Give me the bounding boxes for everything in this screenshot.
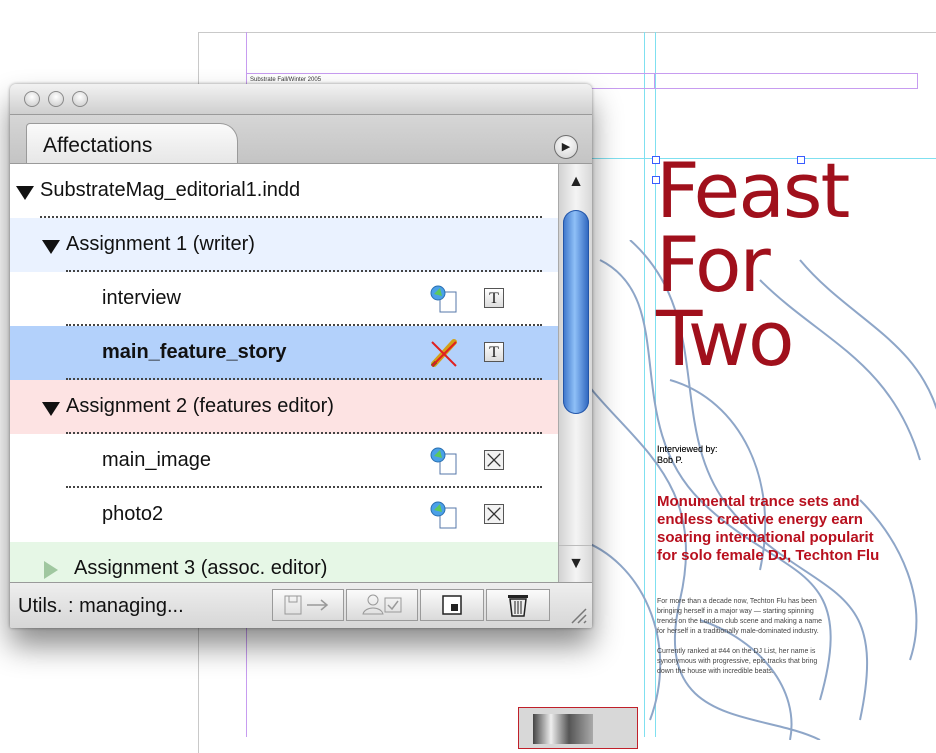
subhead-line: endless creative energy earn xyxy=(657,511,863,528)
trash-icon xyxy=(508,595,528,617)
tab-affectations[interactable]: Affectations xyxy=(26,123,238,165)
panel-menu-icon[interactable]: ▶ xyxy=(554,135,578,159)
body-text: For more than a decade now, Techton Flu … xyxy=(657,597,936,677)
graphic-frame-icon xyxy=(484,450,504,470)
disclosure-expanded-icon[interactable] xyxy=(42,240,60,254)
story-label: interview xyxy=(102,287,181,309)
list-item-assignment[interactable]: Assignment 1 (writer) xyxy=(10,218,558,272)
list-item-file[interactable]: SubstrateMag_editorial1.indd xyxy=(10,164,558,218)
assign-user-button[interactable] xyxy=(346,589,418,621)
subhead: Monumental trance sets and endless creat… xyxy=(657,493,936,565)
disclosure-collapsed-icon[interactable] xyxy=(44,561,58,579)
vertical-scrollbar[interactable]: ▲ ▼ xyxy=(558,163,592,582)
list-item-assignment[interactable]: Assignment 2 (features editor) xyxy=(10,380,558,434)
pencil-edit-icon xyxy=(430,339,457,368)
headline-line: For xyxy=(656,220,771,309)
new-assignment-button[interactable] xyxy=(420,589,484,621)
disclosure-expanded-icon[interactable] xyxy=(16,186,34,200)
graphic-label: photo2 xyxy=(102,503,164,525)
headline: Feast For Two xyxy=(656,146,850,383)
panel-titlebar[interactable] xyxy=(10,84,592,115)
selection-handle[interactable] xyxy=(797,156,805,164)
delete-button[interactable] xyxy=(486,589,550,621)
headline-line: Two xyxy=(656,294,795,383)
subhead-line: soaring international popularit xyxy=(657,529,874,546)
header-frame xyxy=(654,73,918,89)
graphic-frame-icon xyxy=(484,504,504,524)
body-line: Currently ranked at #44 on the DJ List, … xyxy=(657,648,816,655)
tab-label: Affectations xyxy=(43,134,153,157)
body-line: bringing herself in a major way — starti… xyxy=(657,608,814,615)
linked-doc-icon xyxy=(430,447,457,475)
new-page-icon xyxy=(442,595,462,615)
linked-doc-icon xyxy=(430,285,457,313)
list-item-story-selected[interactable]: main_feature_story T xyxy=(10,326,558,380)
resize-grip-icon[interactable] xyxy=(566,603,588,625)
affectations-panel: Affectations ▶ SubstrateMag_editorial1.i… xyxy=(10,84,592,628)
assignment-list: SubstrateMag_editorial1.indd Assignment … xyxy=(10,163,558,582)
selection-handle[interactable] xyxy=(652,176,660,184)
subhead-line: Monumental trance sets and xyxy=(657,493,860,510)
graphic-label: main_image xyxy=(102,449,211,471)
panel-footer: Utils. : managing... xyxy=(10,582,592,628)
close-button[interactable] xyxy=(24,91,40,107)
body-line: For more than a decade now, Techton Flu … xyxy=(657,598,817,605)
story-label: main_feature_story xyxy=(102,341,287,363)
list-item-graphic[interactable]: photo2 xyxy=(10,488,558,542)
list-item-story[interactable]: interview T xyxy=(10,272,558,326)
file-label: SubstrateMag_editorial1.indd xyxy=(40,179,301,201)
minimize-button[interactable] xyxy=(48,91,64,107)
scroll-down-arrow-icon[interactable]: ▼ xyxy=(559,545,592,582)
list-item-assignment[interactable]: Assignment 3 (assoc. editor) xyxy=(10,542,558,582)
byline: Interviewed by: Bob P. xyxy=(657,444,718,465)
scroll-thumb[interactable] xyxy=(563,210,589,414)
linked-doc-icon xyxy=(430,501,457,529)
disclosure-expanded-icon[interactable] xyxy=(42,402,60,416)
assignment-label: Assignment 1 (writer) xyxy=(66,233,255,255)
selection-handle[interactable] xyxy=(652,156,660,164)
body-line: trends on the London club scene and maki… xyxy=(657,618,823,625)
panel-tabstrip: Affectations ▶ xyxy=(10,115,592,165)
body-line: for herself in a traditionally male-domi… xyxy=(657,628,819,635)
text-frame-icon: T xyxy=(484,288,504,308)
assignment-label: Assignment 3 (assoc. editor) xyxy=(74,557,328,579)
subhead-line: for solo female DJ, Techton Flu xyxy=(657,547,880,564)
assignment-label: Assignment 2 (features editor) xyxy=(66,395,334,417)
status-text: Utils. : managing... xyxy=(18,595,184,617)
checkout-button[interactable] xyxy=(272,589,344,621)
user-check-icon xyxy=(362,594,402,615)
save-arrow-icon xyxy=(284,595,329,615)
list-item-graphic[interactable]: main_image xyxy=(10,434,558,488)
image-thumbnail[interactable] xyxy=(518,707,638,749)
slug-text: Substrate Fall/Winter 2005 xyxy=(250,77,322,83)
text-frame-icon: T xyxy=(484,342,504,362)
body-line: down the house with incredible beats. xyxy=(657,668,774,675)
body-line xyxy=(657,637,936,647)
zoom-button[interactable] xyxy=(72,91,88,107)
scroll-up-arrow-icon[interactable]: ▲ xyxy=(559,164,592,200)
headline-line: Feast xyxy=(656,146,850,235)
body-line: synonymous with progressive, epic tracks… xyxy=(657,658,818,665)
